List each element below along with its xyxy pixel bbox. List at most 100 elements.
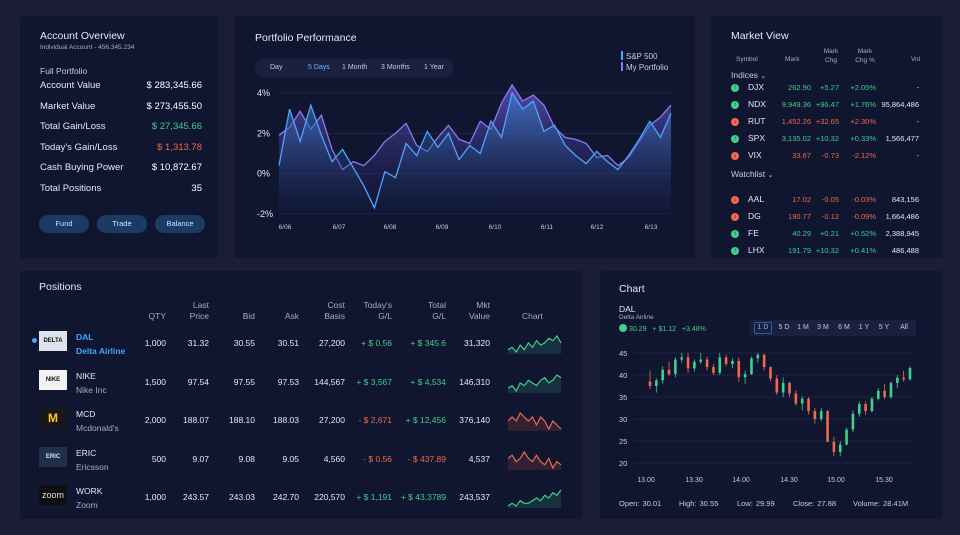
position-row[interactable]: M MCD Mcdonald's 2,000 188.07 188.10 188.03 27,… [20,403,582,441]
position-cost: 220,570 [314,492,345,502]
market-row[interactable]: ↑ DJX 262.90 +5.27 +2.05% - [711,80,942,97]
candle-body [712,367,715,373]
x-tick-label: 6/10 [489,224,502,231]
market-row[interactable]: ↑ SPX 3,135.02 +10.32 +0.33% 1,566,477 [711,131,942,148]
market-row[interactable]: ↓ DG 190.77 -0.12 -0.09% 1,664,486 [711,209,942,226]
position-total: - $ 437.89 [407,453,446,464]
account-row: Market Value $ 273,455.50 [40,101,202,119]
market-vol: - [916,117,920,126]
market-mark: 9,949.36 [781,100,811,109]
market-vol: 95,864,486 [881,100,919,109]
candle-body [813,411,817,419]
x-tick-label: 15.00 [827,477,845,484]
position-row[interactable]: zoom WORK Zoom 1,000 243.57 243.03 242.70 220,5… [20,480,582,518]
candle-body [883,390,886,397]
col-mark-chg: Mark Chg [823,48,839,64]
position-today: + $ 1,191 [356,492,392,502]
position-bid: 188.10 [229,415,255,425]
y-tick-label: 35 [619,393,627,402]
account-row: Total Positions 35 [40,183,202,201]
position-row[interactable]: NIKE NIKE Nike Inc 1,500 97.54 97.55 97.53 144,… [20,365,582,403]
watchlist-dropdown[interactable]: Watchlist ⌄ [731,169,773,179]
candle-body [737,360,741,378]
indices-dropdown[interactable]: Indices ⌄ [731,70,766,80]
market-symbol: AAL [748,194,765,204]
market-pct: +2.05% [850,83,876,92]
market-row[interactable]: ↓ VIX 33.67 -0.73 -2.12% - [711,148,942,165]
x-tick-label: 6/09 [436,224,449,231]
market-row[interactable]: ↑ FE 40.29 +0.21 +0.52% 2,388,945 [711,226,942,243]
market-chg: +10.32 [815,134,839,143]
x-tick-label: 6/08 [384,224,397,231]
position-mkt: 31,320 [464,338,490,348]
position-total: + $ 345.6 [410,338,446,348]
fund-button[interactable]: Fund [39,215,89,233]
position-ticker: DAL [76,332,94,342]
company-logo: zoom [39,485,67,505]
market-pct: -2.12% [852,151,876,160]
candle-body [826,411,829,442]
candle-body [674,359,677,375]
market-mark: 262.90 [788,83,811,92]
position-total: + $ 4,534 [410,376,446,387]
market-symbol: DJX [748,82,765,92]
positions-col-header: Cost Basis [315,300,345,322]
company-logo: NIKE [39,369,67,390]
position-mkt: 146,310 [459,376,490,387]
candle-body [686,357,690,369]
position-row[interactable]: ERIC ERIC Ericsson 500 9.07 9.08 9.05 4,560 - $ … [20,442,582,480]
position-cost: 27,200 [319,415,345,425]
market-chg: +5.27 [820,83,839,92]
positions-col-header: Ask [269,311,299,322]
chart-stat: High: 30.55 [679,499,718,508]
position-ticker: WORK [76,486,103,496]
market-row[interactable]: ↓ AAL 17.02 -0.05 -0.03% 843,156 [711,192,942,209]
market-symbol: RUT [748,116,766,126]
market-row[interactable]: ↑ NDX 9,949.36 +96.47 +1.76% 95,864,486 [711,97,942,114]
chart-stat: Low: 29.99 [737,499,775,508]
chart-stat-label: Volume: [853,499,881,508]
market-pct: -0.09% [852,212,876,221]
market-pct: +0.52% [850,229,876,238]
position-sparkline [508,489,562,508]
balance-button[interactable]: Balance [155,215,205,233]
market-mark: 190.77 [788,212,811,221]
chart-stat-value: 28.41M [883,499,909,508]
positions-col-label: Today's G/L [363,300,392,321]
market-mark: 191.79 [788,246,811,255]
account-row-value: $ 27,345.66 [151,121,202,132]
positions-col-label: Last Price [189,300,209,321]
position-mkt: 376,140 [459,415,490,425]
positions-col-chart: Chart [522,311,543,321]
position-mkt: 243,537 [459,492,490,502]
position-bid: 9.08 [238,453,255,464]
positions-col-label: Total G/L [428,300,446,321]
position-today: + $ 0.56 [361,338,392,348]
candle-body [908,367,912,380]
position-total: + $ 12,456 [405,415,446,425]
x-tick-label: 13.00 [637,477,655,484]
positions-col-header: Mkt Value [460,300,490,322]
x-tick-label: 6/12 [591,224,604,231]
position-ask: 97.53 [277,376,299,387]
account-row: Today's Gain/Loss $ 1,313.78 [40,142,202,160]
candle-body [762,354,766,368]
positions-col-label: Mkt Value [468,300,490,321]
market-row[interactable]: ↓ RUT 1,452.26 +32.65 +2.30% - [711,114,942,131]
candle-body [648,381,652,386]
position-last: 31.32 [187,338,209,348]
position-row[interactable]: DELTA DAL Delta Airline 1,000 31.32 30.55 30.5… [20,326,582,364]
candle-body [896,377,899,383]
y-tick-label: 45 [619,349,627,358]
market-symbol: DG [748,211,761,221]
market-vol: - [916,151,920,160]
company-logo: ERIC [39,446,67,467]
trade-button[interactable]: Trade [97,215,147,233]
market-row[interactable]: ↑ LHX 191.79 +10.32 +0.41% 486,488 [711,243,942,260]
indices-label: Indices [731,70,758,80]
position-sparkline [508,373,562,393]
position-qty: 1,000 [144,492,166,502]
y-tick-label: 30 [619,415,627,424]
down-arrow-icon: ↓ [731,152,739,160]
positions-title: Positions [39,281,82,293]
